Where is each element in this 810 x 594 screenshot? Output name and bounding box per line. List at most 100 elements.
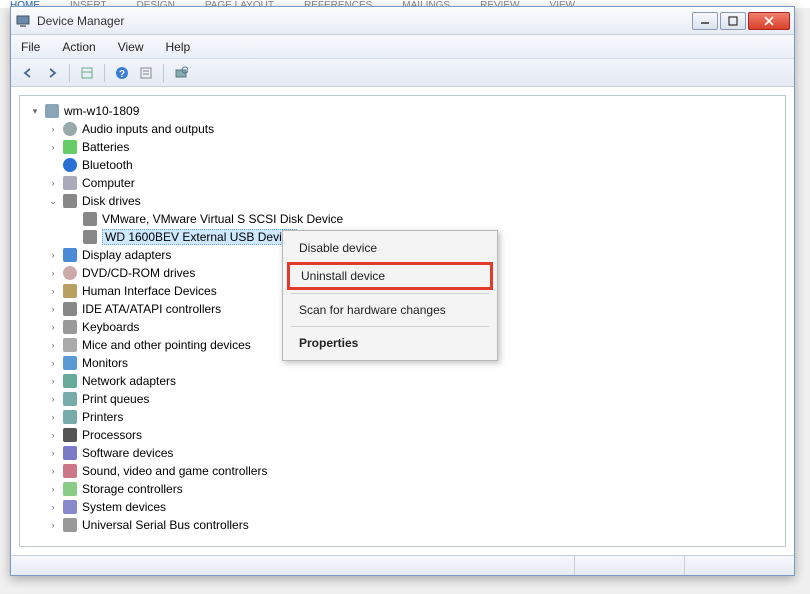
expander-open-icon[interactable]: ⌄	[46, 194, 60, 208]
category-label[interactable]: Display adapters	[82, 248, 171, 262]
root-label[interactable]: wm-w10-1809	[64, 104, 139, 118]
expander-closed-icon[interactable]: ›	[46, 356, 60, 370]
expander-closed-icon[interactable]: ›	[46, 392, 60, 406]
status-cell	[11, 556, 574, 575]
context-menu-separator	[291, 326, 489, 327]
network-icon	[62, 373, 78, 389]
device-label[interactable]: WD 1600BEV External USB Device	[102, 229, 297, 245]
tree-category[interactable]: › Audio inputs and outputs	[38, 120, 785, 138]
tree-root-node[interactable]: ▾ wm-w10-1809	[20, 102, 785, 120]
disk-icon	[82, 211, 98, 227]
properties-button[interactable]	[135, 62, 157, 84]
context-menu-item[interactable]: Uninstall device	[287, 262, 493, 290]
expander-closed-icon[interactable]: ›	[46, 320, 60, 334]
toolbar-separator	[104, 64, 105, 82]
category-label[interactable]: Storage controllers	[82, 482, 183, 496]
disk-icon	[82, 229, 98, 245]
bluetooth-icon	[62, 157, 78, 173]
pc-icon	[62, 175, 78, 191]
category-label[interactable]: Disk drives	[82, 194, 141, 208]
menu-file[interactable]: File	[17, 38, 44, 56]
expander-closed-icon[interactable]: ›	[46, 374, 60, 388]
expander-closed-icon[interactable]: ›	[46, 176, 60, 190]
show-hide-console-tree-button[interactable]	[76, 62, 98, 84]
expander-closed-icon[interactable]: ›	[46, 302, 60, 316]
expander-closed-icon[interactable]: ›	[46, 248, 60, 262]
category-label[interactable]: Monitors	[82, 356, 128, 370]
tree-category[interactable]: › Computer	[38, 174, 785, 192]
tree-category[interactable]: › Sound, video and game controllers	[38, 462, 785, 480]
scan-hardware-button[interactable]	[170, 62, 192, 84]
expander-closed-icon[interactable]: ›	[46, 266, 60, 280]
category-label[interactable]: System devices	[82, 500, 166, 514]
context-menu-item[interactable]: Scan for hardware changes	[285, 297, 495, 323]
tree-category[interactable]: › Universal Serial Bus controllers	[38, 516, 785, 534]
context-menu-item[interactable]: Properties	[285, 330, 495, 356]
tree-category[interactable]: › Processors	[38, 426, 785, 444]
category-label[interactable]: DVD/CD-ROM drives	[82, 266, 195, 280]
menu-help[interactable]: Help	[162, 38, 195, 56]
expander-closed-icon[interactable]: ›	[46, 464, 60, 478]
expander-open-icon[interactable]: ▾	[28, 104, 42, 118]
menu-action[interactable]: Action	[58, 38, 99, 56]
expander-closed-icon[interactable]: ›	[46, 428, 60, 442]
tree-category[interactable]: › Batteries	[38, 138, 785, 156]
status-cell	[684, 556, 794, 575]
tree-category[interactable]: › Software devices	[38, 444, 785, 462]
titlebar[interactable]: Device Manager	[11, 7, 794, 35]
device-label[interactable]: VMware, VMware Virtual S SCSI Disk Devic…	[102, 212, 343, 226]
tree-category[interactable]: › Network adapters	[38, 372, 785, 390]
menubar: File Action View Help	[11, 35, 794, 59]
app-icon	[15, 13, 31, 29]
expander-closed-icon[interactable]: ›	[46, 446, 60, 460]
printer-icon	[62, 409, 78, 425]
expander-closed-icon[interactable]: ›	[46, 284, 60, 298]
toolbar-separator	[163, 64, 164, 82]
tree-category[interactable]: › Print queues	[38, 390, 785, 408]
expander-closed-icon[interactable]: ›	[46, 482, 60, 496]
expander-closed-icon[interactable]: ›	[46, 338, 60, 352]
category-label[interactable]: Batteries	[82, 140, 129, 154]
tree-category[interactable]: › System devices	[38, 498, 785, 516]
expander-closed-icon[interactable]: ›	[46, 518, 60, 532]
category-label[interactable]: Universal Serial Bus controllers	[82, 518, 249, 532]
category-label[interactable]: Processors	[82, 428, 142, 442]
disk-icon	[62, 193, 78, 209]
expander-closed-icon[interactable]: ›	[46, 140, 60, 154]
statusbar	[11, 555, 794, 575]
context-menu: Disable deviceUninstall device Scan for h…	[282, 230, 498, 361]
category-label[interactable]: Human Interface Devices	[82, 284, 217, 298]
audio-icon	[62, 121, 78, 137]
expander-closed-icon[interactable]: ›	[46, 500, 60, 514]
context-menu-item[interactable]: Disable device	[285, 235, 495, 261]
category-label[interactable]: IDE ATA/ATAPI controllers	[82, 302, 221, 316]
back-button[interactable]	[17, 62, 39, 84]
category-label[interactable]: Keyboards	[82, 320, 139, 334]
menu-view[interactable]: View	[114, 38, 148, 56]
category-label[interactable]: Sound, video and game controllers	[82, 464, 267, 478]
category-label[interactable]: Bluetooth	[82, 158, 133, 172]
category-label[interactable]: Software devices	[82, 446, 173, 460]
monitor-icon	[62, 355, 78, 371]
category-label[interactable]: Print queues	[82, 392, 149, 406]
device-tree-panel[interactable]: ▾ wm-w10-1809 ›Audio inputs and outputs›…	[19, 95, 786, 547]
expander-closed-icon[interactable]: ›	[46, 122, 60, 136]
help-button[interactable]: ?	[111, 62, 133, 84]
category-label[interactable]: Printers	[82, 410, 123, 424]
toolbar: ?	[11, 59, 794, 87]
close-button[interactable]	[748, 12, 790, 30]
expander-closed-icon[interactable]: ›	[46, 410, 60, 424]
minimize-button[interactable]	[692, 12, 718, 30]
forward-button[interactable]	[41, 62, 63, 84]
tree-category[interactable]: ›Bluetooth	[38, 156, 785, 174]
category-label[interactable]: Mice and other pointing devices	[82, 338, 251, 352]
computer-icon	[44, 103, 60, 119]
tree-category[interactable]: › Storage controllers	[38, 480, 785, 498]
tree-category[interactable]: › Printers	[38, 408, 785, 426]
category-label[interactable]: Network adapters	[82, 374, 176, 388]
category-label[interactable]: Audio inputs and outputs	[82, 122, 214, 136]
tree-category[interactable]: ⌄ Disk drives	[38, 192, 785, 210]
category-label[interactable]: Computer	[82, 176, 135, 190]
tree-device[interactable]: VMware, VMware Virtual S SCSI Disk Devic…	[58, 210, 785, 228]
maximize-button[interactable]	[720, 12, 746, 30]
